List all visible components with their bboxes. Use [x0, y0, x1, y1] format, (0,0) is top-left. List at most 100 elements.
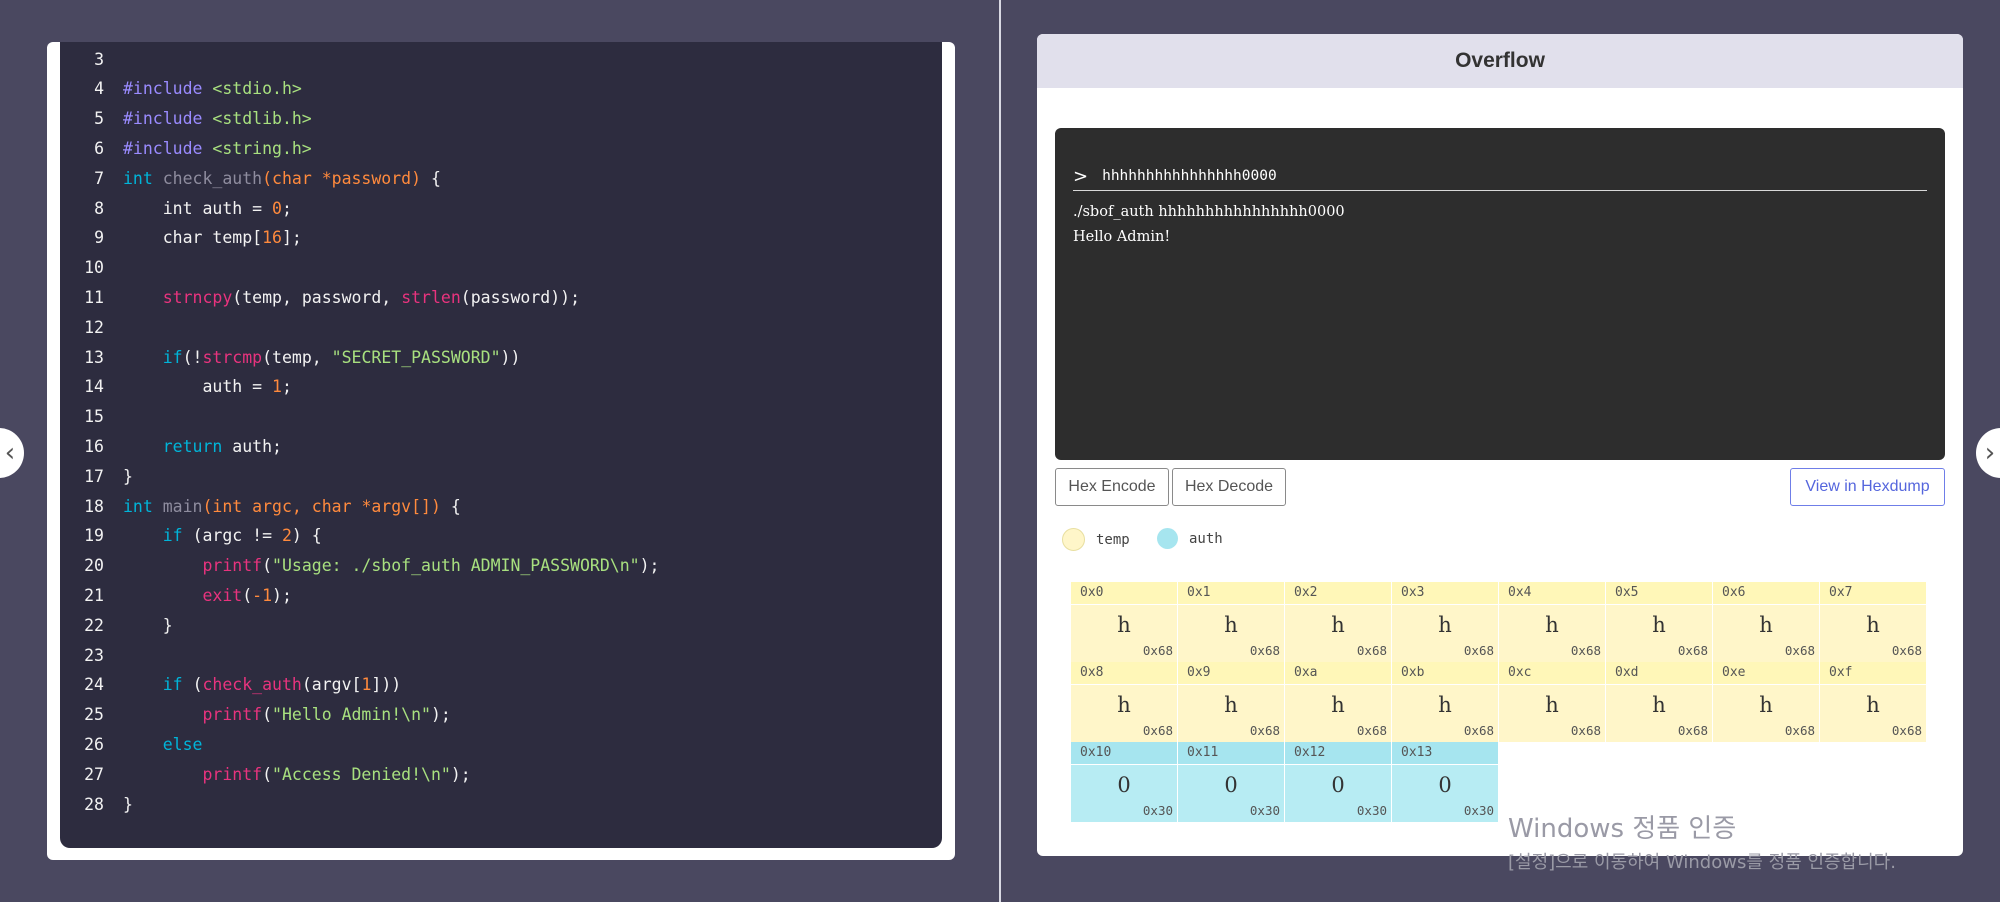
code-token: if [162, 347, 183, 367]
legend-dot-icon [1062, 528, 1085, 551]
memory-address: 0x4 [1499, 582, 1605, 604]
code-token: strcmp [202, 347, 263, 367]
code-token: int [123, 496, 163, 516]
code-line: 6 #include <string.h> [60, 133, 312, 163]
memory-byte: h 0x68 [1178, 685, 1284, 742]
code-line: 16 return auth; [60, 431, 282, 461]
code-token: strlen [401, 287, 461, 307]
memory-cell: 0x1 h 0x68 [1178, 582, 1284, 662]
byte-char: h [1759, 693, 1773, 717]
code-token: "Access Denied!\n" [272, 764, 451, 784]
code-token: if [162, 675, 193, 695]
line-number: 5 [94, 109, 104, 129]
line-number: 22 [84, 615, 104, 635]
memory-address: 0x3 [1392, 582, 1498, 604]
memory-byte: h 0x68 [1392, 685, 1498, 742]
memory-byte: h 0x68 [1713, 685, 1819, 742]
memory-byte: h 0x68 [1713, 605, 1819, 662]
line-number: 14 [84, 377, 104, 397]
view-in-hexdump-button[interactable]: View in Hexdump [1790, 468, 1945, 506]
code-token: (argv[ [301, 675, 362, 695]
line-number: 25 [84, 705, 104, 725]
code-token: } [123, 466, 133, 486]
hex-encode-button[interactable]: Hex Encode [1055, 468, 1169, 506]
byte-char: 0 [1438, 773, 1452, 797]
code-line: 20 printf("Usage: ./sbof_auth ADMIN_PASS… [60, 551, 659, 581]
chevron-right-icon: › [1984, 438, 1996, 468]
memory-address: 0xa [1285, 662, 1391, 684]
memory-cell: 0xa h 0x68 [1285, 662, 1391, 742]
code-token: ) { [291, 526, 322, 546]
memory-cell: 0x5 h 0x68 [1606, 582, 1712, 662]
memory-cell: 0x8 h 0x68 [1071, 662, 1177, 742]
byte-hex: 0x68 [1142, 643, 1173, 658]
code-token: ( [242, 585, 253, 605]
memory-address: 0x1 [1178, 582, 1284, 604]
legend-temp: temp [1062, 528, 1130, 551]
next-button[interactable]: › [1976, 428, 2000, 478]
byte-char: h [1331, 613, 1345, 637]
memory-cell: 0xf h 0x68 [1820, 662, 1926, 742]
prev-button[interactable]: ‹ [0, 428, 24, 478]
code-line: 17} [60, 461, 133, 491]
memory-byte: h 0x68 [1820, 685, 1926, 742]
code-line: 11 strncpy (temp, password, strlen (passwo… [60, 282, 580, 312]
overflow-title: Overflow [1037, 34, 1963, 88]
line-number: 13 [84, 347, 104, 367]
memory-cell: 0x12 0 0x30 [1285, 742, 1391, 822]
memory-byte: 0 0x30 [1178, 765, 1284, 822]
byte-char: 0 [1224, 773, 1238, 797]
code-token: "Usage: ./sbof_auth ADMIN_PASSWORD\n" [272, 556, 640, 576]
memory-byte: h 0x68 [1606, 605, 1712, 662]
byte-hex: 0x68 [1249, 643, 1280, 658]
memory-cell: 0xe h 0x68 [1713, 662, 1819, 742]
code-token: printf [202, 556, 263, 576]
code-token: #include [123, 79, 213, 99]
code-token: check_auth [162, 168, 263, 188]
line-number: 17 [84, 466, 104, 486]
byte-char: h [1117, 693, 1131, 717]
byte-char: h [1866, 613, 1880, 637]
pane-divider[interactable] [999, 0, 1001, 902]
code-line: 26 else [60, 729, 202, 759]
code-token: printf [202, 705, 263, 725]
code-token: (! [182, 347, 203, 367]
code-token: <string.h> [212, 138, 312, 158]
code-token: ( [262, 556, 273, 576]
memory-cell: 0x6 h 0x68 [1713, 582, 1819, 662]
byte-hex: 0x30 [1356, 803, 1387, 818]
memory-address: 0xb [1392, 662, 1498, 684]
line-number: 18 [84, 496, 104, 516]
memory-cell: 0x9 h 0x68 [1178, 662, 1284, 742]
code-line: 18 int main (int argc, char *argv[]) { [60, 491, 461, 521]
byte-hex: 0x68 [1570, 723, 1601, 738]
code-line: 21 exit(-1); [60, 580, 292, 610]
byte-char: 0 [1331, 773, 1345, 797]
line-number: 3 [94, 49, 104, 69]
code-line: 9 char temp[16]; [60, 223, 302, 253]
memory-address: 0x12 [1285, 742, 1391, 764]
code-token: 1 [361, 675, 372, 695]
memory-cell: 0x3 h 0x68 [1392, 582, 1498, 662]
line-number: 12 [84, 317, 104, 337]
terminal-input[interactable] [1102, 168, 1883, 184]
memory-byte: 0 0x30 [1071, 765, 1177, 822]
code-token: #include [123, 109, 213, 129]
hex-decode-button[interactable]: Hex Decode [1172, 468, 1286, 506]
memory-cell: 0x2 h 0x68 [1285, 582, 1391, 662]
byte-hex: 0x68 [1463, 723, 1494, 738]
memory-cell: 0x0 h 0x68 [1071, 582, 1177, 662]
memory-cell: 0x13 0 0x30 [1392, 742, 1498, 822]
byte-hex: 0x68 [1677, 723, 1708, 738]
memory-address: 0x0 [1071, 582, 1177, 604]
code-token: ); [272, 585, 292, 605]
byte-hex: 0x68 [1784, 643, 1815, 658]
line-number: 27 [84, 764, 104, 784]
code-token: 1 [272, 377, 282, 397]
legend-dot-icon [1157, 528, 1178, 549]
memory-byte: h 0x68 [1606, 685, 1712, 742]
